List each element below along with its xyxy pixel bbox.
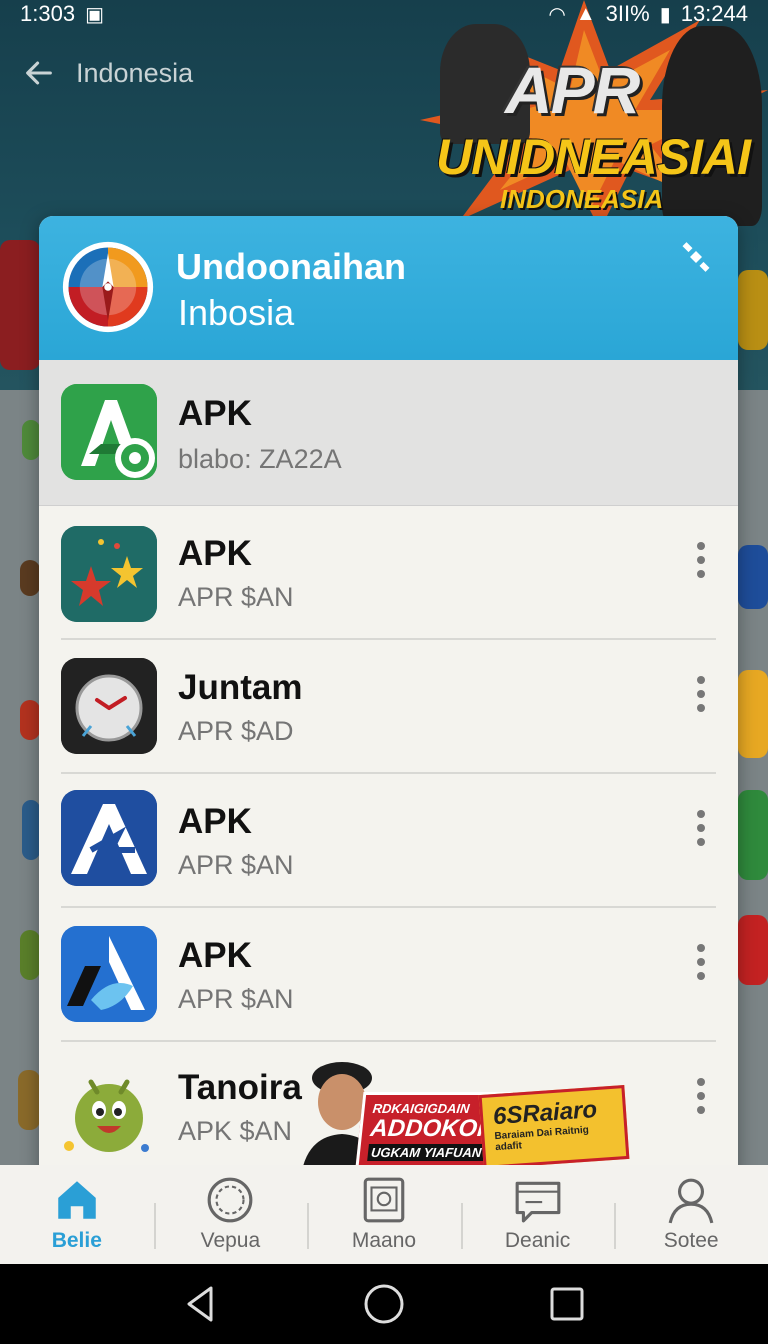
nav-label: Belie bbox=[51, 1229, 102, 1252]
list-item[interactable]: Juntam APR $AD bbox=[39, 640, 738, 774]
background-thumbnail bbox=[22, 420, 40, 460]
nav-separator bbox=[614, 1203, 617, 1249]
nav-label: Vepua bbox=[200, 1229, 261, 1252]
list-item[interactable]: APK APR $AN bbox=[39, 908, 738, 1042]
nav-label: Deanic bbox=[504, 1229, 571, 1252]
android-mascot-icon bbox=[61, 1062, 157, 1158]
explore-icon bbox=[207, 1177, 253, 1223]
ad-yellow-panel: 6SRaiaro Baraiam Dai Raitnig adafit bbox=[478, 1084, 630, 1170]
battery-percent: 3II% bbox=[605, 1, 650, 26]
background-thumbnail bbox=[0, 240, 40, 370]
nav-label: Sotee bbox=[663, 1229, 719, 1252]
app-subtitle: APR $AN bbox=[178, 582, 294, 612]
promo-banner[interactable]: APR UNIDNEASIAI INDONEASIA bbox=[400, 0, 768, 230]
chat-icon bbox=[515, 1181, 560, 1223]
app-subtitle: blabo: ZA22A bbox=[178, 444, 342, 474]
app-subtitle: APR $AN bbox=[178, 984, 294, 1014]
list-item[interactable]: APK APR $AN bbox=[39, 506, 738, 640]
dialog-title: Undoonaihan bbox=[176, 246, 406, 287]
promo-tagline: INDONEASIA bbox=[500, 184, 664, 214]
nav-separator bbox=[153, 1203, 156, 1249]
apk-wave-icon bbox=[61, 926, 157, 1022]
background-thumbnail bbox=[20, 560, 40, 596]
background-thumbnail bbox=[738, 915, 768, 985]
dialog-header: Undoonaihan Inbosia bbox=[39, 216, 738, 360]
battery-icon: ▮ bbox=[659, 3, 671, 26]
nav-separator bbox=[307, 1203, 310, 1249]
app-name: APK bbox=[178, 802, 252, 841]
signal-icon: ▲ bbox=[575, 2, 596, 25]
apk-installer-icon bbox=[61, 384, 157, 480]
back-arrow-icon[interactable] bbox=[22, 56, 56, 90]
background-thumbnail bbox=[738, 670, 768, 758]
nav-item-deanic[interactable]: Deanic bbox=[460, 1165, 615, 1264]
star-firework-icon bbox=[61, 526, 157, 622]
back-triangle-icon[interactable] bbox=[179, 1282, 223, 1326]
promo-figure-right bbox=[662, 26, 762, 226]
app-name: APK bbox=[178, 394, 252, 433]
ad-red-footer: UGKAM YIAFUAN bbox=[367, 1144, 497, 1161]
dialog-subtitle: Inbosia bbox=[178, 292, 295, 333]
more-options-icon[interactable] bbox=[691, 810, 711, 850]
page-title: Indonesia bbox=[76, 57, 194, 88]
more-options-icon[interactable] bbox=[691, 542, 711, 582]
background-thumbnail bbox=[738, 270, 768, 350]
nav-label: Maano bbox=[351, 1229, 417, 1252]
selected-app-row[interactable]: APK blabo: ZA22A bbox=[39, 360, 738, 506]
nav-item-maano[interactable]: Maano bbox=[307, 1165, 461, 1264]
status-bar: 1:303 ▣ ◠ ▲ 3II% ▮ 13:244 bbox=[0, 0, 768, 28]
clock-icon bbox=[61, 658, 157, 754]
background-thumbnail bbox=[18, 1070, 40, 1130]
list-item[interactable]: APK APR $AN bbox=[39, 774, 738, 908]
home-icon bbox=[58, 1181, 96, 1219]
apk-logo-icon bbox=[61, 790, 157, 886]
compass-clock-icon bbox=[62, 241, 154, 333]
promo-headline: APR bbox=[505, 53, 640, 127]
promo-subheadline: UNIDNEASIAI bbox=[436, 129, 751, 185]
background-thumbnail bbox=[22, 800, 40, 860]
nav-item-belie[interactable]: Belie bbox=[0, 1165, 154, 1264]
satellite-icon[interactable] bbox=[679, 240, 713, 274]
wifi-icon: ◠ bbox=[548, 3, 566, 26]
more-options-icon[interactable] bbox=[691, 676, 711, 716]
ad-banner[interactable]: RDKAIGIGDAIN ADDOKOHI UGKAM YIAFUAN 6SRa… bbox=[269, 1052, 709, 1176]
app-name: APK bbox=[178, 534, 252, 573]
status-time-right: 13:244 bbox=[680, 1, 748, 26]
app-subtitle: APR $AN bbox=[178, 850, 294, 880]
background-thumbnail bbox=[20, 930, 40, 980]
nav-separator bbox=[460, 1203, 463, 1249]
more-options-icon[interactable] bbox=[691, 944, 711, 984]
person-icon bbox=[668, 1178, 714, 1224]
background-thumbnail bbox=[738, 545, 768, 609]
background-thumbnail bbox=[738, 790, 768, 880]
status-time-left: 1:303 bbox=[20, 1, 76, 26]
media-icon bbox=[363, 1177, 405, 1223]
app-name: Juntam bbox=[178, 668, 303, 707]
bottom-navigation: Belie Vepua Maano Deanic Sotee bbox=[0, 1165, 768, 1264]
toolbar: Indonesia bbox=[22, 56, 193, 90]
background-thumbnail bbox=[20, 700, 40, 740]
app-picker-dialog: Undoonaihan Inbosia APK blabo: ZA22A APK… bbox=[39, 216, 738, 1176]
app-subtitle: APR $AD bbox=[178, 716, 294, 746]
home-circle-icon[interactable] bbox=[362, 1282, 406, 1326]
nav-item-sotee[interactable]: Sotee bbox=[614, 1165, 768, 1264]
nav-item-vepua[interactable]: Vepua bbox=[153, 1165, 308, 1264]
app-name: APK bbox=[178, 936, 252, 975]
system-navigation-bar bbox=[0, 1264, 768, 1344]
recents-square-icon[interactable] bbox=[545, 1282, 589, 1326]
notification-icon: ▣ bbox=[85, 3, 104, 26]
